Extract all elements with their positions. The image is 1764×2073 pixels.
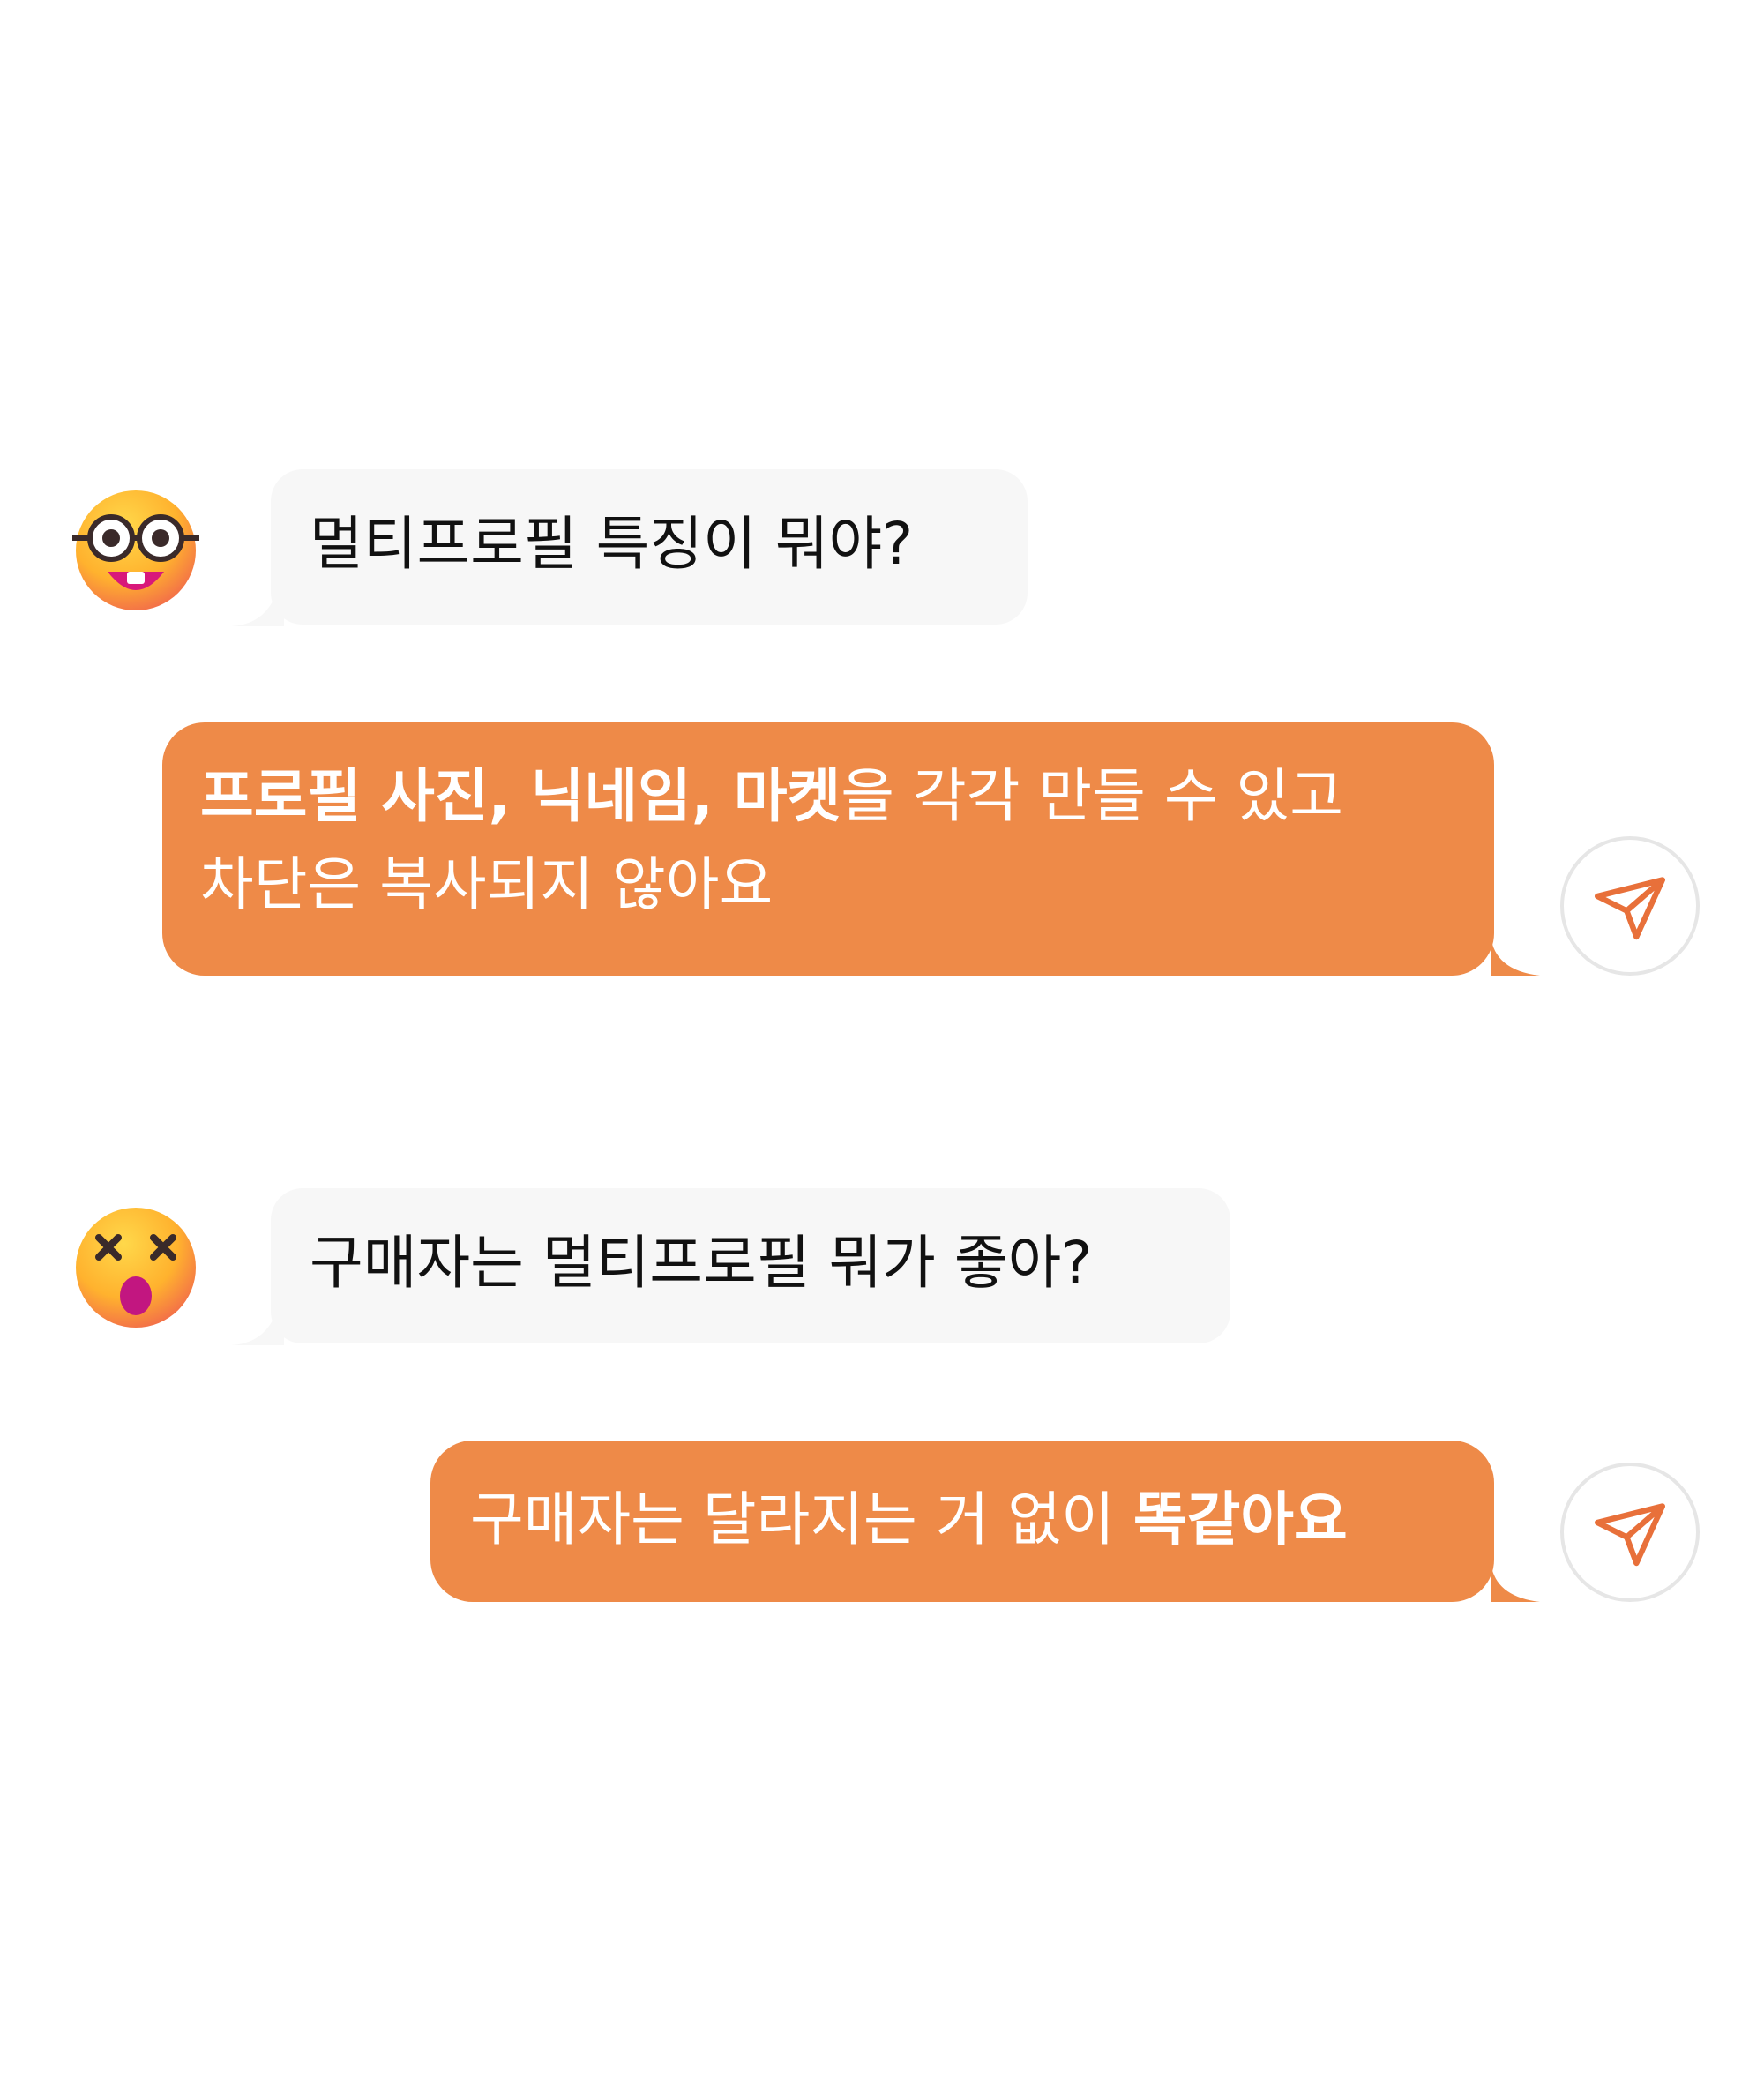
paper-plane-send-icon	[1594, 1503, 1666, 1567]
incoming-message-bubble: 멀티프로필 특징이 뭐야?	[271, 469, 1028, 625]
send-button[interactable]	[1560, 1463, 1700, 1602]
outgoing-bubble-tail	[1491, 1561, 1540, 1602]
regular-text: 구매자는 달라지는 거 없이	[470, 1486, 1133, 1553]
nerd-face-icon	[72, 490, 199, 610]
message-line: 프로필 사진, 닉네임, 마켓을 각각 만들 수 있고	[200, 752, 1494, 841]
message-line: 차단은 복사되지 않아요	[200, 841, 1494, 929]
incoming-message-text: 구매자는 멀티프로필 뭐가 좋아?	[310, 1229, 1093, 1297]
regular-text: 을 각각 만들 수 있고	[841, 762, 1343, 830]
outgoing-bubble-tail	[1491, 935, 1540, 976]
incoming-message-text: 멀티프로필 특징이 뭐야?	[310, 510, 914, 578]
avatar-dizzy-face	[72, 1204, 199, 1331]
regular-text: 차단은 복사되지 않아요	[200, 850, 774, 918]
avatar-nerd-face	[72, 485, 199, 612]
send-button[interactable]	[1560, 836, 1700, 976]
outgoing-message-bubble: 구매자는 달라지는 거 없이 똑같아요	[430, 1441, 1494, 1602]
bold-text: 똑같아요	[1132, 1486, 1348, 1553]
paper-plane-send-icon	[1594, 877, 1666, 940]
outgoing-message-bubble: 프로필 사진, 닉네임, 마켓을 각각 만들 수 있고 차단은 복사되지 않아요	[162, 722, 1494, 976]
bold-text: 프로필 사진, 닉네임, 마켓	[200, 762, 841, 830]
dizzy-face-icon	[76, 1208, 196, 1328]
incoming-message-bubble: 구매자는 멀티프로필 뭐가 좋아?	[271, 1188, 1230, 1343]
message-line: 구매자는 달라지는 거 없이 똑같아요	[470, 1476, 1494, 1564]
